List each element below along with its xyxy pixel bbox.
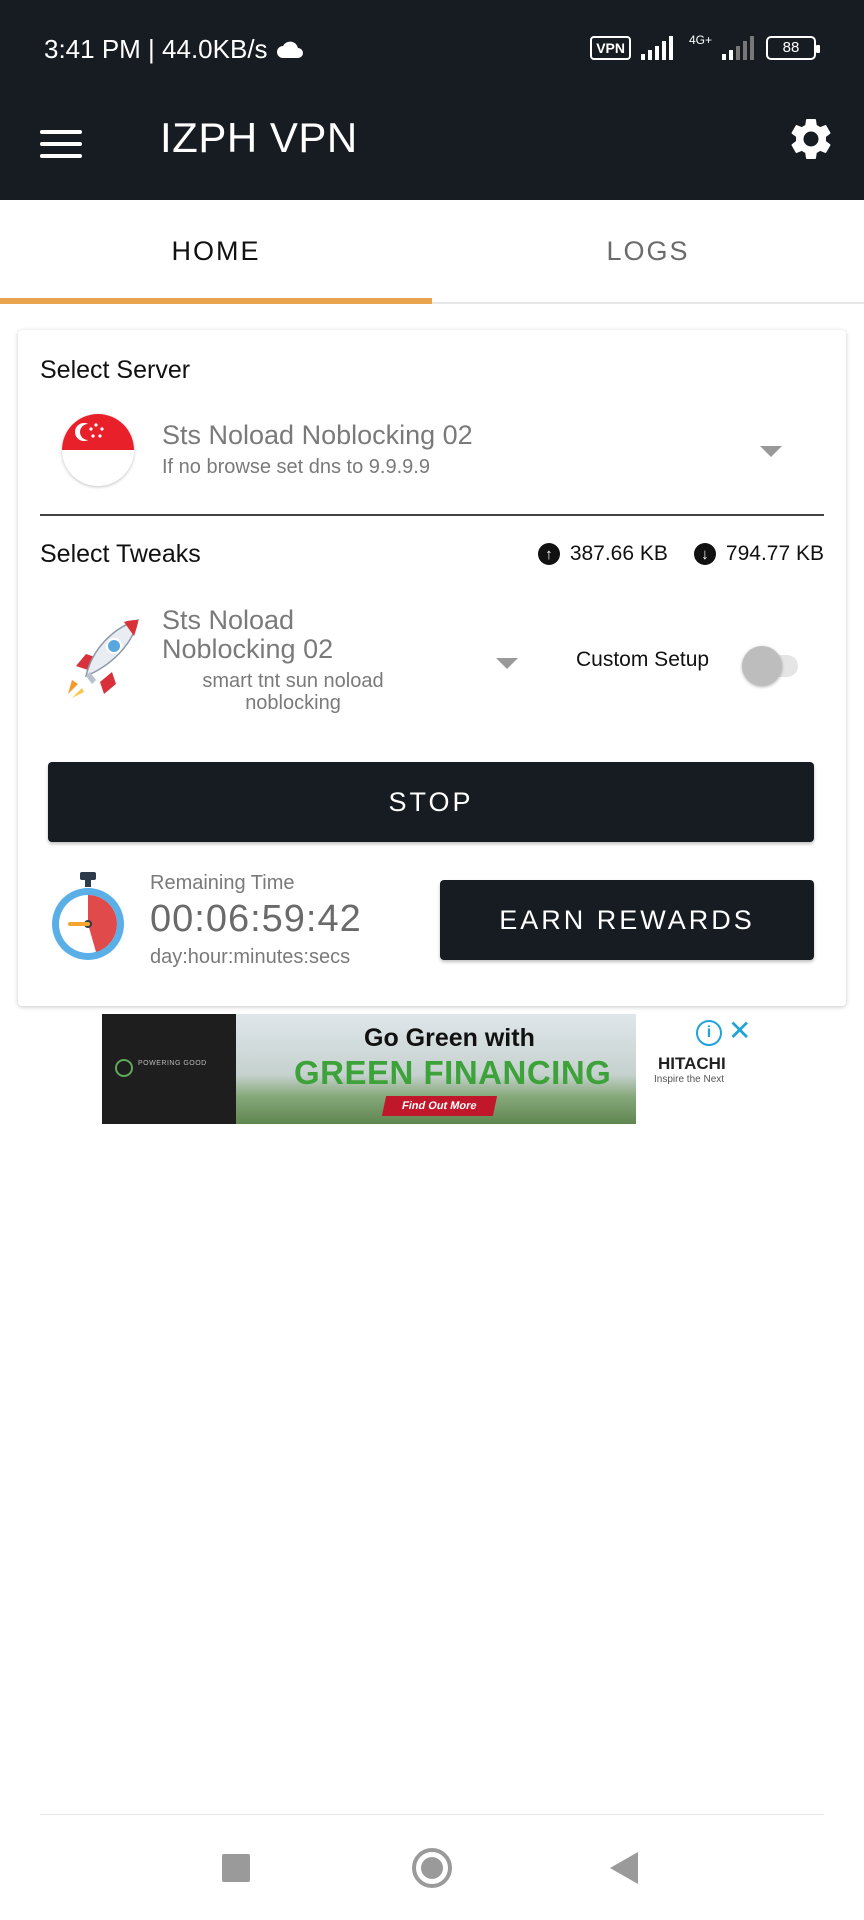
app-bar: IZPH VPN — [0, 100, 864, 200]
remaining-time-label: Remaining Time — [150, 872, 295, 894]
download-arrow-icon: ↓ — [693, 543, 716, 565]
tab-home[interactable]: HOME — [0, 200, 432, 304]
ad-brand: HITACHI — [658, 1054, 726, 1073]
tweak-dropdown-arrow-icon[interactable] — [496, 658, 518, 669]
vpn-control-card: Select Server Sts Noload Noblocking 02 I… — [18, 330, 846, 1006]
server-description: If no browse set dns to 9.9.9.9 — [162, 456, 430, 478]
custom-setup-label: Custom Setup — [576, 648, 710, 671]
remaining-time-value: 00:06:59:42 — [150, 898, 362, 940]
app-title: IZPH VPN — [160, 114, 358, 161]
traffic-stats: ↑ 387.66 KB ↓ 794.77 KB — [537, 542, 824, 566]
network-label: 4G+ — [688, 33, 712, 47]
gear-icon[interactable] — [786, 114, 836, 164]
ad-info-icon[interactable]: i — [696, 1020, 722, 1046]
select-server-label: Select Server — [40, 356, 191, 384]
tab-bar: HOME LOGS — [0, 200, 864, 304]
vpn-badge: VPN — [590, 36, 631, 60]
earn-rewards-button[interactable]: EARN REWARDS — [440, 880, 814, 960]
ad-subheading: GREEN FINANCING — [294, 1054, 612, 1091]
stopwatch-icon — [52, 872, 124, 960]
server-name[interactable]: Sts Noload Noblocking 02 — [162, 420, 473, 451]
signal-icon — [640, 36, 673, 60]
recent-apps-icon[interactable] — [222, 1854, 250, 1882]
status-time-speed: 3:41 PM | 44.0KB/s — [44, 34, 268, 64]
rocket-icon — [68, 618, 140, 698]
upload-amount: 387.66 KB — [569, 542, 668, 565]
upload-arrow-icon: ↑ — [537, 543, 560, 565]
ad-left-logo-text: POWERING GOOD — [138, 1060, 207, 1067]
status-right: VPN 4G+ 88 — [590, 33, 820, 60]
nav-divider — [40, 1814, 824, 1815]
singapore-flag-icon[interactable] — [62, 414, 134, 486]
signal-weak-icon — [722, 36, 754, 60]
ad-banner[interactable]: POWERING GOOD Go Green with GREEN FINANC… — [102, 1014, 758, 1124]
hamburger-menu-icon[interactable] — [40, 124, 84, 168]
status-left: 3:41 PM | 44.0KB/s — [44, 34, 304, 65]
battery-icon: 88 — [766, 36, 820, 60]
download-amount: 794.77 KB — [725, 542, 824, 565]
back-nav-icon[interactable] — [610, 1852, 638, 1884]
tweak-description: smart tnt sun noload noblocking — [202, 670, 384, 714]
stop-button[interactable]: STOP — [48, 762, 814, 842]
custom-setup-toggle[interactable] — [730, 644, 804, 686]
ad-heading: Go Green with — [364, 1024, 535, 1052]
remaining-time-format: day:hour:minutes:secs — [150, 946, 351, 968]
ad-left-panel: POWERING GOOD — [102, 1014, 236, 1124]
ad-cta-button[interactable]: Find Out More — [381, 1096, 497, 1116]
ad-close-icon[interactable]: ✕ — [728, 1016, 751, 1046]
tweak-name[interactable]: Sts Noload Noblocking 02 — [162, 606, 422, 664]
select-tweaks-label: Select Tweaks — [40, 540, 201, 568]
server-dropdown-arrow-icon[interactable] — [760, 446, 782, 457]
ad-tagline: Inspire the Next — [654, 1074, 725, 1085]
tab-logs[interactable]: LOGS — [432, 200, 864, 302]
toggle-knob — [742, 646, 782, 686]
status-bar: 3:41 PM | 44.0KB/s VPN 4G+ 88 — [0, 0, 864, 100]
ad-logo-icon — [115, 1059, 133, 1077]
divider — [40, 514, 824, 516]
home-nav-icon[interactable] — [412, 1848, 452, 1888]
cloud-icon — [276, 41, 303, 58]
